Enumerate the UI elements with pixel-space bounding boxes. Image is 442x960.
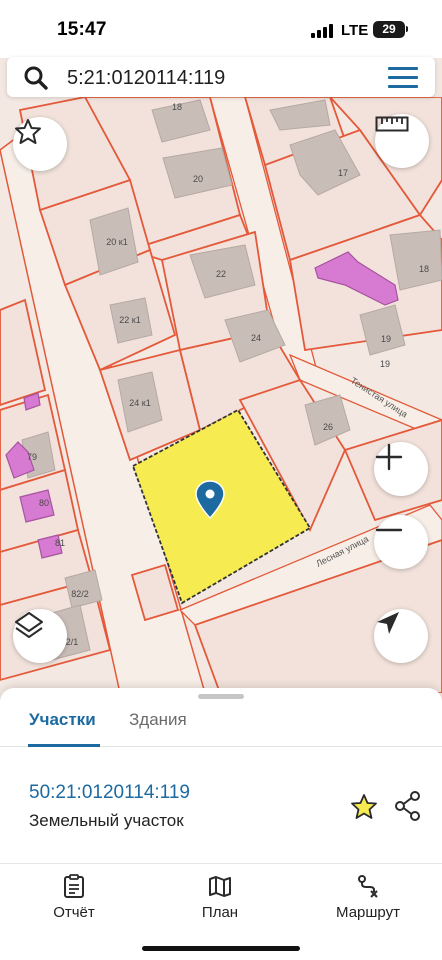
- nav-plan[interactable]: План: [190, 874, 250, 921]
- house-number: 19: [381, 334, 391, 344]
- map-plan-icon: [209, 876, 231, 897]
- search-bar[interactable]: 5:21:0120114:119: [7, 57, 435, 97]
- favorites-button[interactable]: [13, 117, 67, 171]
- house-number: 26: [323, 422, 333, 432]
- active-tab-indicator: [28, 744, 100, 747]
- house-number: 2/1: [66, 637, 79, 647]
- search-icon[interactable]: [23, 65, 49, 91]
- search-input[interactable]: 5:21:0120114:119: [67, 67, 225, 90]
- house-number: 22 к1: [119, 315, 140, 325]
- parcel-type: Земельный участок: [29, 811, 184, 830]
- nav-plan-label: План: [201, 904, 239, 921]
- nav-report[interactable]: Отчёт: [44, 874, 104, 921]
- zoom-in-button[interactable]: [374, 442, 428, 496]
- app-screen: 15:47 LTE 29 5:21:0120114:119 18 17 20 2…: [0, 0, 442, 960]
- battery-level: 29: [382, 22, 396, 36]
- parcel-number[interactable]: 50:21:0120114:119: [29, 782, 190, 804]
- nav-divider: [0, 863, 442, 864]
- house-number: 19: [380, 359, 390, 369]
- ruler-icon: [375, 116, 409, 132]
- minus-icon: [375, 528, 403, 532]
- house-number: 20 к1: [106, 237, 127, 247]
- home-indicator: [142, 946, 300, 951]
- sheet-tabs: Участки Здания: [0, 702, 442, 747]
- nav-report-label: Отчёт: [53, 904, 95, 921]
- navigation-arrow-icon: [377, 612, 399, 634]
- star-icon[interactable]: [349, 792, 379, 822]
- house-number: 82/2: [71, 589, 89, 599]
- ruler-button[interactable]: [375, 114, 429, 168]
- house-number: 18: [419, 264, 429, 274]
- house-number: 81: [55, 538, 65, 548]
- tab-buildings[interactable]: Здания: [129, 710, 187, 730]
- report-icon: [64, 874, 84, 898]
- bottom-sheet[interactable]: Участки Здания 50:21:0120114:119 Земельн…: [0, 688, 442, 960]
- cadastral-map[interactable]: 18 17 20 20 к1 22 22 к1 24 24 к1 26 18 1…: [0, 97, 442, 693]
- house-number: 18: [172, 102, 182, 112]
- house-number: 22: [216, 269, 226, 279]
- menu-icon[interactable]: [388, 67, 418, 89]
- nav-route[interactable]: Маршрут: [328, 874, 408, 921]
- route-icon: [358, 875, 378, 898]
- house-number: 20: [193, 174, 203, 184]
- battery-tip: [406, 26, 408, 32]
- status-bar: 15:47 LTE 29: [0, 0, 442, 58]
- house-number: 80: [39, 498, 49, 508]
- layers-icon: [15, 612, 43, 638]
- share-icon[interactable]: [393, 790, 423, 822]
- house-number: 17: [338, 168, 348, 178]
- nav-route-label: Маршрут: [336, 904, 400, 921]
- my-location-button[interactable]: [374, 609, 428, 663]
- zoom-out-button[interactable]: [374, 515, 428, 569]
- tab-parcels[interactable]: Участки: [29, 710, 96, 730]
- star-outline-icon: [15, 119, 41, 144]
- sheet-handle[interactable]: [198, 694, 244, 699]
- status-time: 15:47: [57, 19, 107, 40]
- house-number: 24: [251, 333, 261, 343]
- layers-button[interactable]: [13, 609, 67, 663]
- battery-icon: 29: [373, 21, 405, 38]
- network-type: LTE: [341, 22, 369, 39]
- signal-icon: [311, 24, 333, 38]
- house-number: 24 к1: [129, 398, 150, 408]
- map-canvas[interactable]: 18 17 20 20 к1 22 22 к1 24 24 к1 26 18 1…: [0, 97, 442, 693]
- plus-icon: [375, 443, 403, 471]
- house-number: 79: [27, 452, 37, 462]
